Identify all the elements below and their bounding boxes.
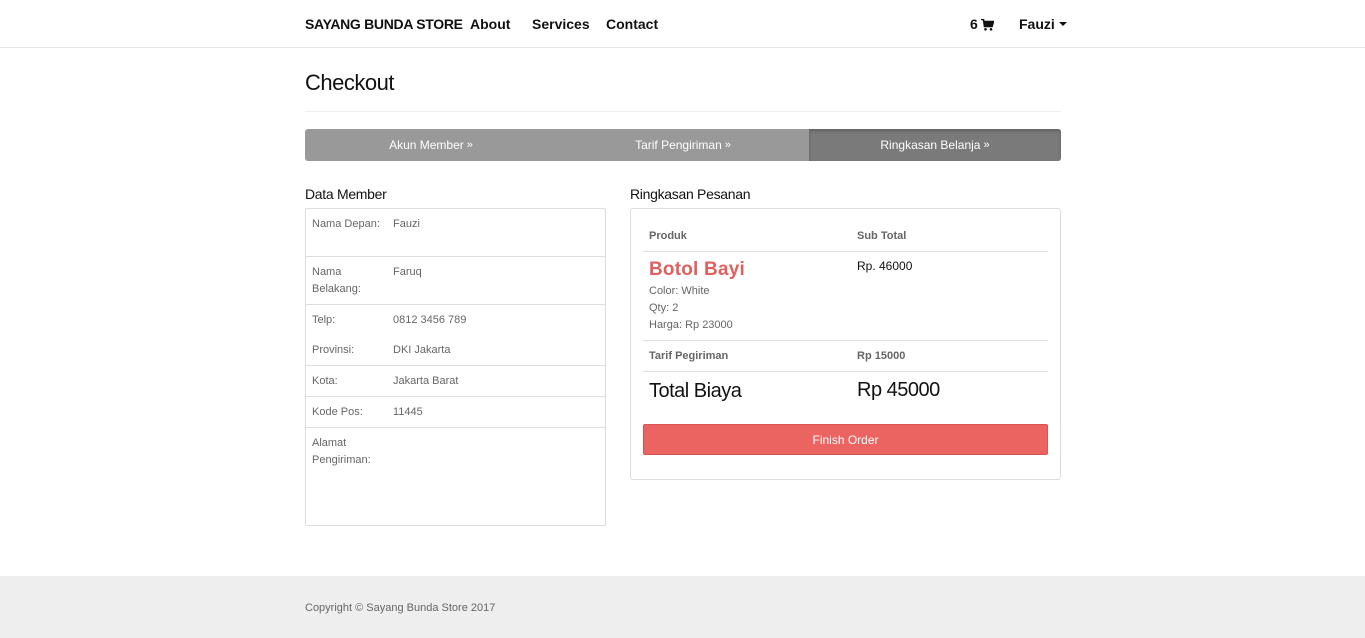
product-name-link[interactable]: Botol Bayi — [649, 259, 745, 281]
page-title: Checkout — [305, 70, 394, 95]
divider — [306, 365, 605, 366]
divider — [306, 304, 605, 305]
column-header-product: Produk — [649, 230, 687, 242]
column-header-subtotal: Sub Total — [857, 230, 907, 242]
double-chevron-right-icon: » — [724, 139, 731, 151]
field-label: Alamat Pengiriman: — [312, 437, 371, 466]
member-heading: Data Member — [305, 186, 387, 202]
divider — [643, 371, 1048, 372]
caret-down-icon — [1058, 22, 1067, 26]
divider — [643, 251, 1048, 252]
divider — [306, 427, 605, 428]
divider — [643, 340, 1048, 341]
step-ringkasan-belanja[interactable]: Ringkasan Belanja» — [809, 129, 1061, 161]
user-menu-dropdown[interactable]: Fauzi — [1019, 16, 1067, 32]
shopping-cart-icon — [980, 18, 995, 31]
checkout-steps: Akun Member» Tarif Pengiriman» Ringkasan… — [305, 129, 1061, 161]
footer: Copyright © Sayang Bunda Store 2017 — [0, 576, 1365, 638]
cart-button[interactable]: 6 — [970, 16, 995, 32]
nav-link-services[interactable]: Services — [532, 16, 590, 32]
shipping-label: Tarif Pegiriman — [649, 350, 729, 362]
product-subtotal: Rp. 46000 — [857, 259, 913, 273]
product-price: Harga: Rp 23000 — [649, 319, 733, 331]
nav-link-about[interactable]: About — [470, 16, 510, 32]
field-label: Nama Depan: — [312, 218, 380, 230]
step-label: Tarif Pengiriman — [635, 138, 722, 152]
total-value: Rp 45000 — [857, 379, 940, 401]
field-value: Faruq — [393, 266, 422, 278]
brand-logo-link[interactable]: SAYANG BUNDA STORE — [305, 16, 463, 32]
product-qty: Qty: 2 — [649, 302, 679, 314]
footer-copyright: Copyright © Sayang Bunda Store 2017 — [305, 602, 496, 614]
navbar: SAYANG BUNDA STORE About Services Contac… — [0, 0, 1365, 48]
divider — [306, 256, 605, 257]
field-label: Provinsi: — [312, 344, 355, 356]
nav-link-contact[interactable]: Contact — [606, 16, 658, 32]
total-label: Total Biaya — [649, 380, 742, 402]
member-panel: Nama Depan: Fauzi Nama Belakang: Faruq T… — [305, 208, 606, 526]
step-tarif-pengiriman[interactable]: Tarif Pengiriman» — [557, 129, 809, 161]
product-color: Color: White — [649, 285, 710, 297]
field-value: Fauzi — [393, 218, 420, 230]
step-label: Akun Member — [389, 138, 464, 152]
step-label: Ringkasan Belanja — [880, 138, 981, 152]
field-value: DKI Jakarta — [393, 344, 451, 356]
step-akun-member[interactable]: Akun Member» — [305, 129, 557, 161]
field-label: Telp: — [312, 314, 336, 326]
field-value: Jakarta Barat — [393, 375, 459, 387]
field-value: 11445 — [393, 406, 423, 418]
field-label: Kota: — [312, 375, 338, 387]
field-label: Nama Belakang: — [312, 266, 361, 295]
finish-order-button[interactable]: Finish Order — [643, 424, 1048, 455]
cart-count: 6 — [970, 16, 978, 32]
field-label: Kode Pos: — [312, 406, 363, 418]
shipping-value: Rp 15000 — [857, 350, 906, 362]
order-summary-panel: Produk Sub Total Botol Bayi Color: White… — [630, 208, 1061, 480]
field-value: 0812 3456 789 — [393, 314, 467, 326]
user-name: Fauzi — [1019, 16, 1055, 32]
divider — [306, 396, 605, 397]
order-heading: Ringkasan Pesanan — [630, 186, 751, 202]
divider — [305, 111, 1061, 112]
double-chevron-right-icon: » — [983, 139, 990, 151]
double-chevron-right-icon: » — [466, 139, 473, 151]
